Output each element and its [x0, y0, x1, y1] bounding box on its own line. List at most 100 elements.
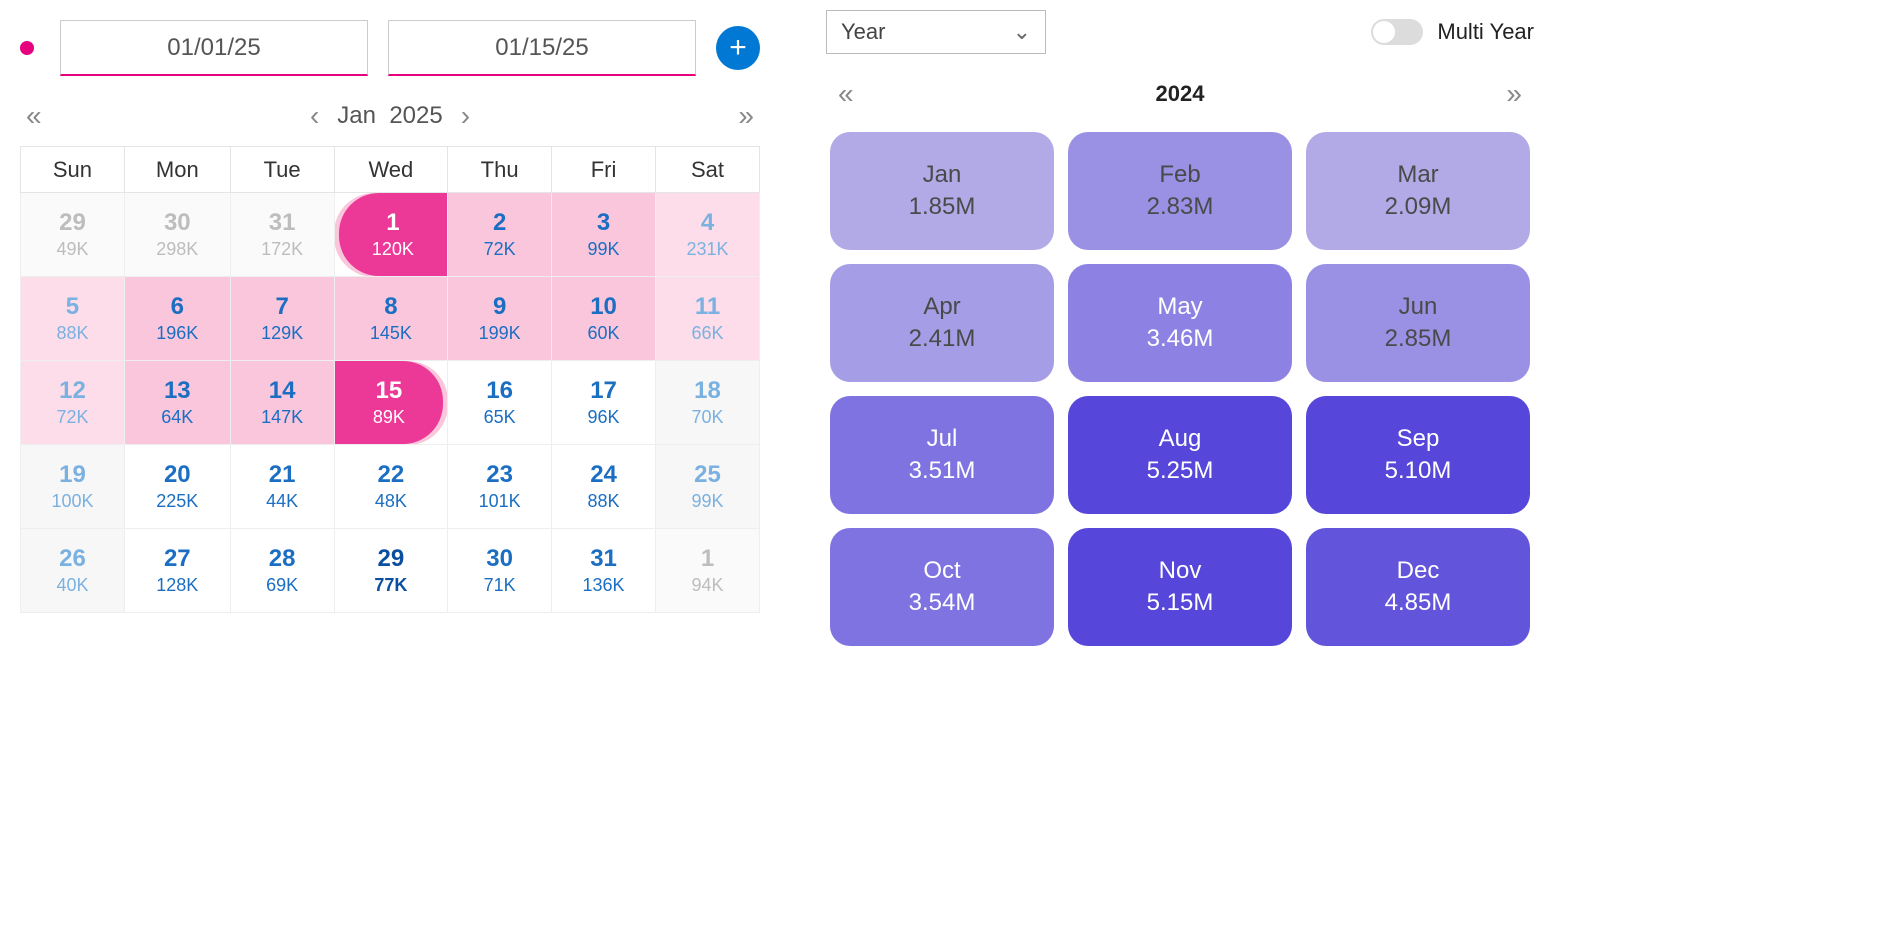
calendar-day-cell[interactable]: 2248K [334, 445, 448, 529]
calendar-day-cell[interactable]: 1060K [552, 277, 656, 361]
calendar-day-cell[interactable]: 2488K [552, 445, 656, 529]
day-value: 71K [484, 575, 516, 596]
calendar-day-cell[interactable]: 588K [21, 277, 125, 361]
month-tile-value: 2.41M [909, 325, 976, 353]
calendar-day-cell[interactable]: 30298K [124, 193, 230, 277]
day-value: 225K [156, 491, 198, 512]
calendar-day-cell[interactable]: 399K [552, 193, 656, 277]
calendar-day-cell[interactable]: 1272K [21, 361, 125, 445]
prev-year-button[interactable]: « [26, 100, 42, 132]
start-date-input[interactable]: 01/01/25 [60, 20, 368, 76]
calendar-day-cell[interactable]: 31136K [552, 529, 656, 613]
month-tile[interactable]: Feb2.83M [1068, 132, 1292, 250]
calendar-day-cell[interactable]: 2640K [21, 529, 125, 613]
calendar-day-cell[interactable]: 2949K [21, 193, 125, 277]
day-value: 88K [56, 323, 88, 344]
day-number: 30 [486, 545, 513, 573]
month-tile[interactable]: Oct3.54M [830, 528, 1054, 646]
year-nav: « 2024 » [820, 68, 1540, 132]
calendar-day-cell[interactable]: 19100K [21, 445, 125, 529]
month-tile[interactable]: Sep5.10M [1306, 396, 1530, 514]
month-tile-value: 3.46M [1147, 325, 1214, 353]
calendar-day-cell[interactable]: 1589K [334, 361, 448, 445]
calendar-day-cell[interactable]: 272K [448, 193, 552, 277]
day-value: 147K [261, 407, 303, 428]
month-tile-name: Dec [1397, 557, 1440, 585]
day-value: 49K [56, 239, 88, 260]
day-value: 88K [588, 491, 620, 512]
day-number: 9 [493, 293, 506, 321]
day-number: 5 [66, 293, 79, 321]
day-number: 22 [378, 461, 405, 489]
month-tile-name: Nov [1159, 557, 1202, 585]
weekday-header: Wed [334, 147, 448, 193]
calendar-day-cell[interactable]: 6196K [124, 277, 230, 361]
day-number: 21 [269, 461, 296, 489]
granularity-select-label: Year [841, 19, 885, 45]
day-value: 128K [156, 575, 198, 596]
month-tile[interactable]: Jun2.85M [1306, 264, 1530, 382]
calendar-day-cell[interactable]: 1870K [656, 361, 760, 445]
weekday-header: Fri [552, 147, 656, 193]
month-tile[interactable]: May3.46M [1068, 264, 1292, 382]
month-tile-name: Apr [923, 293, 960, 321]
prev-year-heatmap-button[interactable]: « [838, 78, 854, 110]
calendar-day-cell[interactable]: 14147K [230, 361, 334, 445]
day-number: 29 [378, 545, 405, 573]
next-year-heatmap-button[interactable]: » [1506, 78, 1522, 110]
prev-month-button[interactable]: ‹ [310, 100, 319, 132]
calendar-day-cell[interactable]: 2869K [230, 529, 334, 613]
calendar-day-cell[interactable]: 1364K [124, 361, 230, 445]
month-label[interactable]: Jan 2025 [337, 102, 442, 130]
month-tile[interactable]: Nov5.15M [1068, 528, 1292, 646]
add-range-button[interactable]: + [716, 26, 760, 70]
month-tile[interactable]: Mar2.09M [1306, 132, 1530, 250]
month-tile[interactable]: Aug 5.25M [1068, 396, 1292, 514]
month-tile[interactable]: Jan1.85M [830, 132, 1054, 250]
day-value: 94K [691, 575, 723, 596]
day-value: 69K [266, 575, 298, 596]
day-value: 100K [51, 491, 93, 512]
year-heatmap-grid: Jan1.85MFeb2.83MMar2.09M Apr 2.41M May3.46M… [820, 132, 1540, 666]
month-tile-value: 5.25M [1147, 457, 1214, 485]
calendar-day-cell[interactable]: 9199K [448, 277, 552, 361]
weekday-header: Thu [448, 147, 552, 193]
next-year-button[interactable]: » [738, 100, 754, 132]
calendar-day-cell[interactable]: 27128K [124, 529, 230, 613]
calendar-day-cell[interactable]: 23101K [448, 445, 552, 529]
calendar-day-cell[interactable]: 31172K [230, 193, 334, 277]
granularity-select[interactable]: Year ⌄ [826, 10, 1046, 54]
calendar-day-cell[interactable]: 1796K [552, 361, 656, 445]
multi-year-toggle[interactable] [1371, 19, 1423, 45]
month-tile[interactable]: Apr 2.41M [830, 264, 1054, 382]
month-tile[interactable]: Dec4.85M [1306, 528, 1530, 646]
calendar-day-cell[interactable]: 2144K [230, 445, 334, 529]
calendar-day-cell[interactable]: 8145K [334, 277, 448, 361]
calendar-day-cell[interactable]: 2977K [334, 529, 448, 613]
day-value: 64K [161, 407, 193, 428]
calendar-day-cell[interactable]: 1166K [656, 277, 760, 361]
date-range-calendar-panel: 01/01/25 01/15/25 + « ‹ Jan 2025 › » Sun… [20, 10, 760, 666]
month-tile-value: 3.51M [909, 457, 976, 485]
calendar-day-cell[interactable]: 3071K [448, 529, 552, 613]
calendar-day-cell[interactable]: 1665K [448, 361, 552, 445]
end-date-input[interactable]: 01/15/25 [388, 20, 696, 76]
day-value: 77K [374, 575, 407, 596]
month-tile-name: Aug [1159, 425, 1202, 453]
day-number: 31 [590, 545, 617, 573]
day-value: 66K [691, 323, 723, 344]
calendar-day-cell[interactable]: 4231K [656, 193, 760, 277]
month-tile-value: 2.09M [1385, 193, 1452, 221]
day-value: 65K [484, 407, 516, 428]
calendar-day-cell[interactable]: 1120K [334, 193, 448, 277]
calendar-day-cell[interactable]: 20225K [124, 445, 230, 529]
calendar-day-cell[interactable]: 194K [656, 529, 760, 613]
day-number: 16 [486, 377, 513, 405]
month-tile[interactable]: Jul3.51M [830, 396, 1054, 514]
next-month-button[interactable]: › [461, 100, 470, 132]
day-value: 129K [261, 323, 303, 344]
day-number: 8 [384, 293, 397, 321]
day-number: 23 [486, 461, 513, 489]
calendar-day-cell[interactable]: 2599K [656, 445, 760, 529]
calendar-day-cell[interactable]: 7129K [230, 277, 334, 361]
